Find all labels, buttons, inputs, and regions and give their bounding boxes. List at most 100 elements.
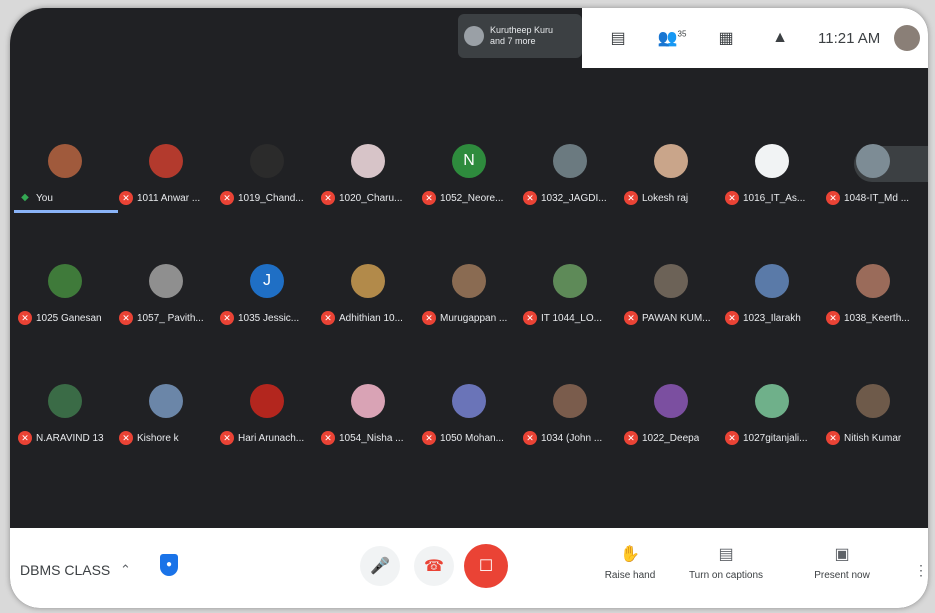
people-icon[interactable]: 👥35	[654, 28, 690, 48]
participant-avatar	[553, 384, 587, 418]
participant-name: 1020_Charu...	[339, 192, 403, 204]
clock: 11:21 AM	[818, 29, 881, 47]
participant-namebar: ✕ 1038_Keerth...	[826, 310, 910, 326]
mic-off-icon: ✕	[18, 431, 32, 445]
presenter-chip[interactable]: Kurutheep Kuru and 7 more	[458, 14, 582, 58]
participant-tile[interactable]: ✕ Hari Arunach...	[216, 376, 320, 456]
presenter-more: and 7 more	[490, 36, 536, 46]
mic-off-icon: ✕	[523, 431, 537, 445]
participant-tile[interactable]: ✕ IT 1044_LO...	[519, 256, 623, 336]
top-toolstrip: ▤ 👥35 ▦ ▲ 11:21 AM	[582, 8, 928, 68]
mic-off-icon: ✕	[826, 311, 840, 325]
participant-tile[interactable]: ✕ 1022_Deepa	[620, 376, 724, 456]
participant-namebar: ✕ 1032_JAGDI...	[523, 190, 607, 206]
leave-call-button[interactable]: ☎	[414, 546, 454, 586]
participant-tile[interactable]: ✕ N.ARAVIND 13	[14, 376, 118, 456]
raise-hand-button[interactable]: ✋ Raise hand	[580, 544, 680, 581]
participant-avatar	[149, 384, 183, 418]
participant-namebar: ✕ Lokesh raj	[624, 190, 688, 206]
participant-namebar: ✕ PAWAN KUM...	[624, 310, 711, 326]
participant-avatar	[250, 144, 284, 178]
meeting-title[interactable]: DBMS CLASS	[20, 562, 110, 578]
participant-name: You	[36, 192, 53, 204]
participant-tile[interactable]: ✕ 1025 Ganesan	[14, 256, 118, 336]
participant-tile[interactable]: ✕ Lokesh raj	[620, 136, 724, 216]
participant-namebar: ✕ Adhithian 10...	[321, 310, 403, 326]
participant-namebar: ✕ Nitish Kumar	[826, 430, 901, 446]
participant-tile[interactable]: ✕ 1011 Anwar ...	[115, 136, 219, 216]
participant-tile[interactable]: N ✕ 1052_Neore...	[418, 136, 522, 216]
mic-off-icon: ✕	[826, 431, 840, 445]
chevron-up-icon[interactable]: ⌃	[120, 562, 131, 578]
participant-avatar	[856, 264, 890, 298]
mic-off-icon: ✕	[220, 431, 234, 445]
activities-icon[interactable]: ▲	[762, 29, 798, 47]
captions-button[interactable]: ▤ Turn on captions	[676, 544, 776, 581]
participant-tile[interactable]: ✕ Murugappan ...	[418, 256, 522, 336]
camera-off-button[interactable]: ☐	[464, 544, 508, 588]
participant-avatar	[755, 144, 789, 178]
mic-off-icon: ✕	[119, 431, 133, 445]
participant-tile[interactable]: ✕ 1034 (John ...	[519, 376, 623, 456]
presenter-name: Kurutheep Kuru	[490, 25, 554, 35]
participant-tile[interactable]: ✕ 1019_Chand...	[216, 136, 320, 216]
chat-icon[interactable]: ▦	[708, 28, 744, 48]
more-options-icon[interactable]: ⋮	[914, 562, 928, 579]
captions-label: Turn on captions	[688, 570, 764, 581]
participant-name: Lokesh raj	[642, 192, 689, 204]
participant-tile[interactable]: ✕ 1057_ Pavith...	[115, 256, 219, 336]
mic-off-icon: ✕	[119, 311, 133, 325]
participant-tile[interactable]: ✕ Kishore k	[115, 376, 219, 456]
present-now-button[interactable]: ▣ Present now	[792, 544, 892, 581]
participant-avatar	[654, 264, 688, 298]
participant-tile[interactable]: ✕ 1050 Mohan...	[418, 376, 522, 456]
participant-tile[interactable]: ✕ 1048-IT_Md ...	[822, 136, 926, 216]
participant-namebar: ✕ 1023_Ilarakh	[725, 310, 801, 326]
speaking-icon: ◆	[21, 192, 29, 203]
participant-namebar: ✕ 1052_Neore...	[422, 190, 503, 206]
present-now-label: Present now	[814, 570, 870, 581]
participant-tile[interactable]: J ✕ 1035 Jessic...	[216, 256, 320, 336]
participant-tile[interactable]: ✕ 1023_Ilarakh	[721, 256, 825, 336]
participant-name: 1050 Mohan...	[440, 432, 504, 444]
participant-tile[interactable]: ✕ 1038_Keerth...	[822, 256, 926, 336]
participant-tile[interactable]: ✕ Nitish Kumar	[822, 376, 926, 456]
participant-avatar	[856, 384, 890, 418]
participant-namebar: ✕ 1048-IT_Md ...	[826, 190, 909, 206]
participant-avatar	[149, 144, 183, 178]
participant-namebar: ✕ Kishore k	[119, 430, 179, 446]
participant-namebar: ✕ 1034 (John ...	[523, 430, 602, 446]
meeting-details-icon[interactable]: ▤	[600, 28, 636, 48]
participant-tile[interactable]: ✕ PAWAN KUM...	[620, 256, 724, 336]
mic-off-icon: ✕	[321, 311, 335, 325]
mic-off-icon: ✕	[826, 191, 840, 205]
participant-avatar: N	[452, 144, 486, 178]
participant-avatar	[351, 144, 385, 178]
participant-namebar: ✕ 1027gitanjali...	[725, 430, 808, 446]
participant-name: 1057_ Pavith...	[137, 312, 204, 324]
participant-tile[interactable]: ✕ 1016_IT_As...	[721, 136, 825, 216]
participant-name: Hari Arunach...	[238, 432, 305, 444]
participant-tile[interactable]: ✕ 1027gitanjali...	[721, 376, 825, 456]
participant-namebar: ✕ 1054_Nisha ...	[321, 430, 404, 446]
mic-off-icon: ✕	[321, 191, 335, 205]
participant-tile[interactable]: ✕ 1032_JAGDI...	[519, 136, 623, 216]
participant-name: 1027gitanjali...	[743, 432, 808, 444]
microphone-button[interactable]: 🎤	[360, 546, 400, 586]
participant-tile[interactable]: ✕ 1020_Charu...	[317, 136, 421, 216]
participant-name: 1035 Jessic...	[238, 312, 300, 324]
hand-icon: ✋	[620, 546, 640, 563]
participant-tile[interactable]: ✕ 1054_Nisha ...	[317, 376, 421, 456]
mic-off-icon: ✕	[624, 311, 638, 325]
participant-avatar	[553, 144, 587, 178]
people-count: 35	[677, 29, 687, 39]
grid-row-3: ✕ N.ARAVIND 13 ✕ Kishore k ✕ Hari Arunach... ✕…	[10, 376, 928, 456]
participant-name: 1023_Ilarakh	[743, 312, 801, 324]
participant-avatar	[149, 264, 183, 298]
mic-off-icon: ✕	[422, 311, 436, 325]
participant-tile[interactable]: ✕ Adhithian 10...	[317, 256, 421, 336]
mic-off-icon: ✕	[422, 191, 436, 205]
account-avatar[interactable]	[894, 25, 921, 51]
shield-icon[interactable]: ●	[160, 554, 178, 576]
participant-tile[interactable]: ◆ You	[14, 136, 118, 216]
